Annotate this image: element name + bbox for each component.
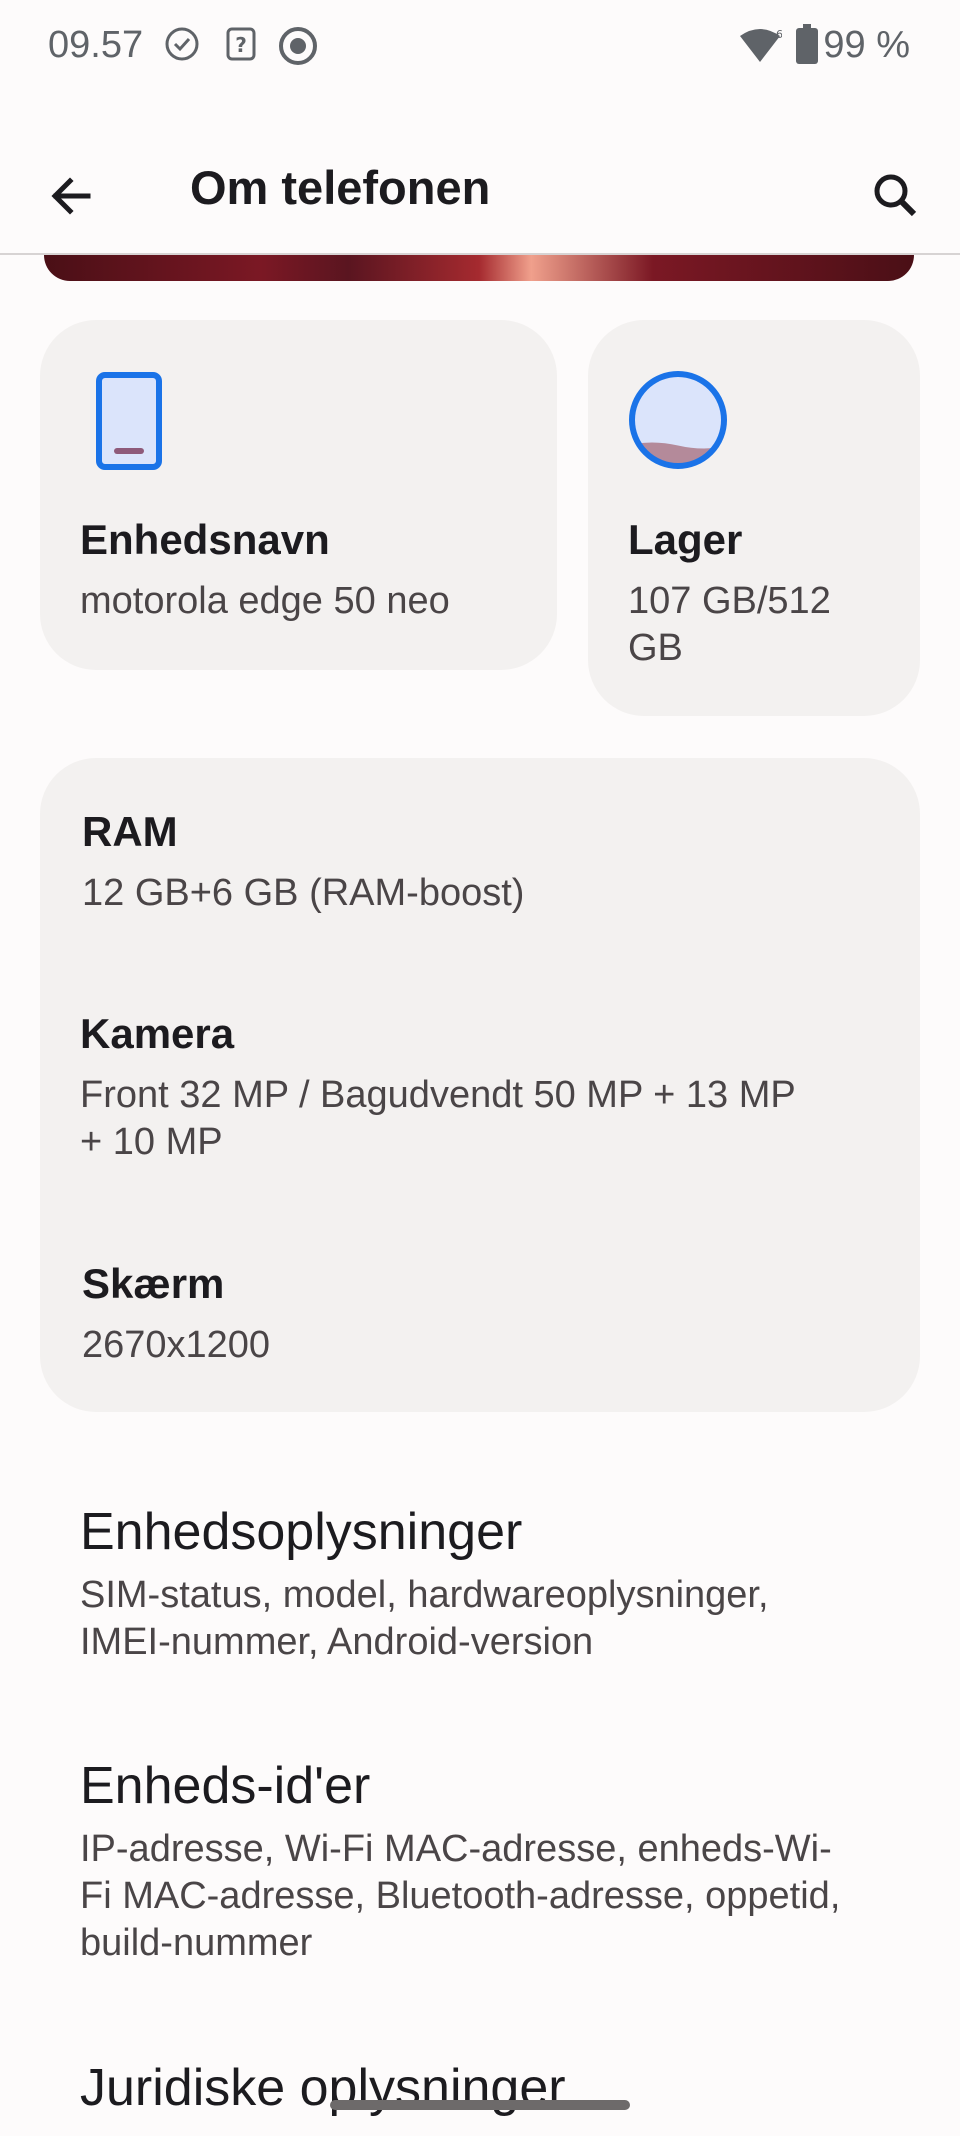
gesture-navigation-bar[interactable]	[330, 2100, 630, 2110]
spec-screen-title: Skærm	[82, 1260, 225, 1307]
svg-text:6: 6	[776, 28, 782, 41]
list-item-subtitle-line2: IMEI-nummer, Android-version	[80, 1621, 594, 1663]
list-item-title: Enheds-id'er	[80, 1757, 371, 1815]
spec-camera-value-line2: + 10 MP	[80, 1121, 223, 1163]
storage-title: Lager	[628, 516, 743, 563]
device-name-title: Enhedsnavn	[80, 516, 330, 563]
unknown-sim-icon: ?	[224, 26, 258, 67]
specs-card: RAM 12 GB+6 GB (RAM-boost) Kamera Front …	[40, 758, 920, 1412]
app-bar: Om telefonen	[0, 132, 960, 252]
check-circle-icon	[164, 26, 200, 67]
storage-card[interactable]: Lager 107 GB/512 GB	[588, 320, 920, 716]
spec-camera-title: Kamera	[80, 1010, 235, 1057]
spec-camera-value-line1: Front 32 MP / Bagudvendt 50 MP + 13 MP	[80, 1074, 796, 1116]
back-button[interactable]	[38, 162, 106, 230]
search-icon	[874, 174, 917, 217]
arrow-back-icon	[51, 177, 91, 215]
svg-text:?: ?	[235, 33, 247, 57]
device-name-value: motorola edge 50 neo	[80, 580, 450, 622]
storage-value-line2: GB	[628, 627, 683, 669]
target-icon	[276, 26, 320, 71]
storage-circle-icon	[626, 368, 730, 477]
list-item-title: Enhedsoplysninger	[80, 1503, 523, 1561]
list-item-subtitle-line2: Fi MAC-adresse, Bluetooth-adresse, oppet…	[80, 1875, 841, 1917]
page-title: Om telefonen	[190, 161, 491, 214]
phone-icon	[96, 372, 162, 475]
spec-ram-value: 12 GB+6 GB (RAM-boost)	[82, 872, 525, 914]
status-bar: 09.57 ? 6 99 %	[0, 0, 960, 100]
battery-icon	[796, 24, 818, 69]
wifi-icon: 6	[738, 28, 783, 69]
device-name-card[interactable]: Enhedsnavn motorola edge 50 neo	[40, 320, 557, 670]
spec-ram-title: RAM	[82, 808, 178, 855]
battery-percent: 99 %	[823, 24, 910, 66]
list-item-subtitle-line1: IP-adresse, Wi-Fi MAC-adresse, enheds-Wi…	[80, 1828, 832, 1870]
search-button[interactable]	[862, 162, 930, 230]
list-item-subtitle-line1: SIM-status, model, hardwareoplysninger,	[80, 1574, 769, 1616]
spec-screen-value: 2670x1200	[82, 1324, 271, 1366]
device-hero-image	[44, 255, 914, 281]
storage-value-line1: 107 GB/512	[628, 580, 831, 622]
list-item-subtitle-line3: build-nummer	[80, 1922, 313, 1964]
status-time: 09.57	[48, 24, 144, 66]
